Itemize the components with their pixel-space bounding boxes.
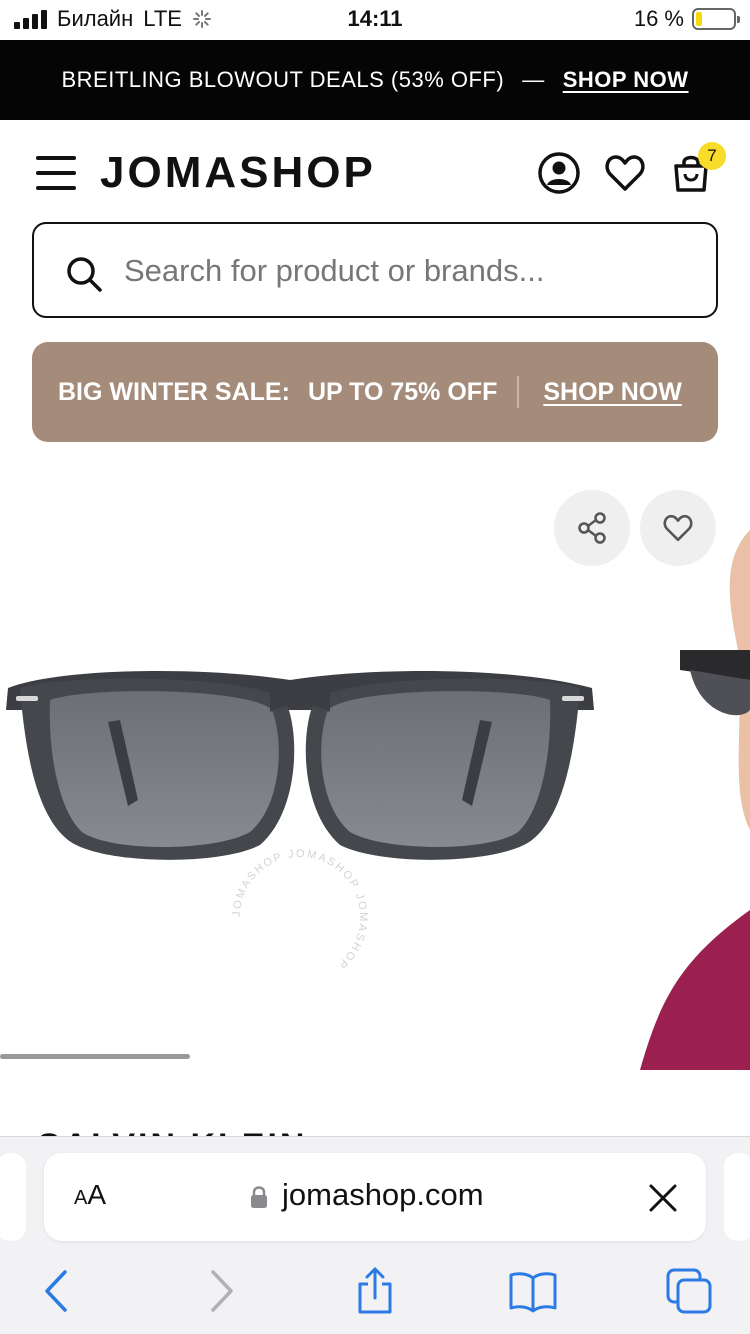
sale-banner-divider [517,376,520,408]
svg-text:JOMASHOP JOMASHOP JOMASHOP: JOMASHOP JOMASHOP JOMASHOP [231,848,369,972]
product-sunglasses-image[interactable] [0,640,600,870]
share-button[interactable] [554,490,630,566]
tabs-icon[interactable] [664,1266,714,1316]
site-logo[interactable]: JOMASHOP [100,148,376,198]
sale-banner-offer: UP TO 75% OFF [307,377,498,406]
battery-level [696,12,702,26]
status-bar: Билайн LTE 14:11 16 % [0,0,750,40]
search-bar[interactable] [32,222,718,318]
previous-tab-preview[interactable] [0,1153,26,1241]
promo-shop-now-link[interactable]: SHOP NOW [563,67,689,93]
address-bar[interactable]: AA jomashop.com [44,1153,706,1241]
promo-bar: BREITLING BLOWOUT DEALS (53% OFF) — SHOP… [0,40,750,120]
sale-banner[interactable]: BIG WINTER SALE: UP TO 75% OFF SHOP NOW [32,342,718,442]
sale-banner-title: BIG WINTER SALE: [58,377,290,406]
battery-icon [692,8,740,30]
promo-text: BREITLING BLOWOUT DEALS (53% OFF) [61,67,505,92]
search-input[interactable] [124,246,684,296]
add-to-wishlist-button[interactable] [640,490,716,566]
status-right: 16 % [633,6,740,32]
watermark-logo: JOMASHOP JOMASHOP JOMASHOP [231,848,369,972]
gallery-scroll-indicator [0,1054,190,1059]
sale-shop-now-link[interactable]: SHOP NOW [543,378,681,407]
url-domain[interactable]: jomashop.com [282,1177,484,1213]
forward-icon[interactable] [196,1266,246,1316]
share-icon[interactable] [350,1266,400,1316]
heart-icon[interactable] [602,150,648,196]
back-icon[interactable] [32,1266,82,1316]
site-header: JOMASHOP [0,120,750,220]
lock-icon [251,1186,267,1208]
text-size-button[interactable]: AA [74,1179,106,1211]
close-icon[interactable] [648,1183,678,1213]
battery-percent: 16 % [633,6,684,31]
heart-outline-icon [663,514,693,542]
bookmarks-icon[interactable] [508,1266,558,1316]
menu-icon[interactable] [36,156,76,190]
next-tab-preview[interactable] [724,1153,750,1241]
share-nodes-icon [578,512,606,544]
cart-count-badge: 7 [698,142,726,170]
search-icon [67,257,102,292]
account-icon[interactable] [536,150,582,196]
model-photo-thumbnail[interactable] [640,530,750,1070]
promo-dash: — [522,67,545,92]
